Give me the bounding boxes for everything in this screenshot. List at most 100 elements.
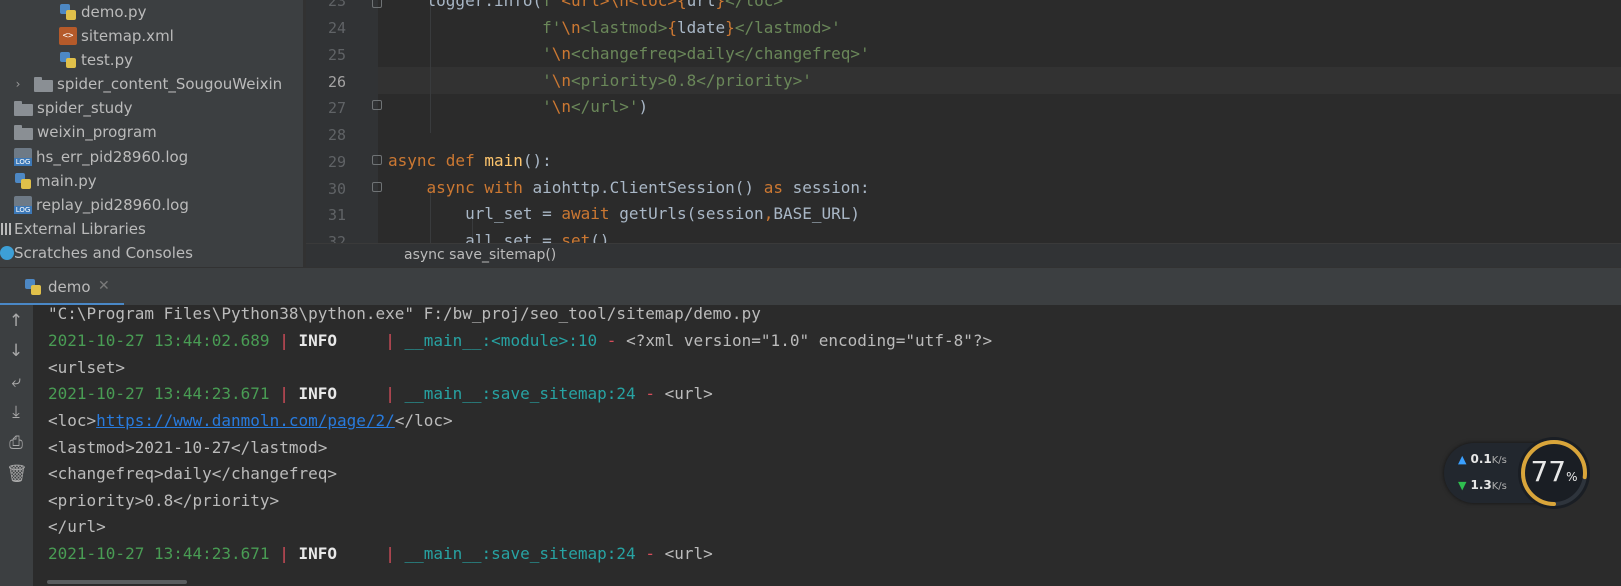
scroll-to-end-icon[interactable]: ⤓	[6, 402, 26, 422]
folder-icon	[14, 124, 33, 140]
log-file-icon: LOG	[14, 148, 32, 166]
log-line: 2021-10-27 13:44:23.671 | INFO | __main_…	[48, 384, 713, 403]
download-unit: K/s	[1491, 481, 1507, 492]
console-text-line: <changefreq>daily</changefreq>	[48, 464, 337, 483]
code-line-24: f'\n<lastmod>{ldate}</lastmod>'	[542, 18, 841, 37]
tree-item-spider-content-sougouweixin[interactable]: › spider_content_SougouWeixin	[12, 72, 283, 96]
code-line-27: '\n</url>')	[542, 97, 649, 116]
tree-item-sitemap-xml[interactable]: <> sitemap.xml	[59, 24, 174, 48]
log-function: <module>	[491, 331, 569, 350]
code-line-26: '\n<priority>0.8</priority>'	[542, 71, 812, 90]
up-arrow-icon[interactable]: ↑	[6, 311, 26, 331]
console-text-line: <urlset>	[48, 358, 126, 377]
run-tool-window-header: demo ✕	[0, 267, 1621, 306]
log-level: INFO	[298, 331, 338, 350]
breadcrumb-function[interactable]: async save_sitemap()	[404, 247, 556, 263]
code-line-23: logger.info(f'<url>\n<loc>{url}</loc>	[388, 0, 783, 10]
line-gutter: 23 24 25 26 27 28 29 30 31 32	[306, 0, 382, 243]
log-line: 2021-10-27 13:44:02.689 | INFO | __main_…	[48, 331, 993, 350]
fold-marker-icon[interactable]	[372, 0, 382, 8]
breadcrumb[interactable]: async save_sitemap()	[306, 243, 1621, 268]
python-file-icon	[59, 51, 77, 69]
tree-item-external-libraries[interactable]: External Libraries	[0, 217, 146, 241]
tree-item-label: hs_err_pid28960.log	[36, 148, 189, 166]
gauge-value: 77%	[1518, 455, 1590, 488]
console-loc-line: <loc>https://www.danmoln.com/page/2/</lo…	[48, 407, 453, 434]
close-icon[interactable]: ✕	[98, 278, 110, 294]
xml-file-icon: <>	[59, 27, 77, 45]
console-toolbar: ↑ ↓ ⤶ ⤓ ⎙ 🗑	[0, 305, 33, 586]
tab-demo[interactable]: demo ✕	[0, 274, 124, 306]
scratches-icon	[0, 246, 14, 260]
log-level: INFO	[298, 544, 338, 563]
log-level: INFO	[298, 384, 338, 403]
code-line-30: async with aiohttp.ClientSession() as se…	[426, 178, 870, 197]
upload-arrow-icon: ▲	[1458, 453, 1467, 466]
log-module: __main__	[404, 384, 482, 403]
down-arrow-icon[interactable]: ↓	[6, 341, 26, 361]
code-line-31: url_set = await getUrls(session,BASE_URL…	[388, 204, 861, 223]
download-arrow-icon: ▼	[1458, 479, 1467, 492]
code-editor[interactable]: 23 24 25 26 27 28 29 30 31 32 logger.inf…	[306, 0, 1621, 243]
line-number: 31	[327, 206, 346, 224]
tree-item-label: Scratches and Consoles	[14, 244, 193, 262]
tree-item-label: demo.py	[81, 3, 147, 21]
code-line-32: all_set = set()	[388, 231, 610, 243]
loc-open-tag: <loc>	[48, 411, 97, 430]
log-time: 2021-10-27 13:44:23.671	[48, 544, 270, 563]
console-text-line: <priority>0.8</priority>	[48, 491, 280, 510]
log-message: <url>	[664, 544, 713, 563]
python-file-icon	[59, 3, 77, 21]
line-number-current: 26	[327, 73, 346, 91]
trash-icon[interactable]: 🗑	[6, 464, 28, 484]
tree-item-label: sitemap.xml	[81, 27, 174, 45]
log-lineno: 10	[577, 331, 598, 350]
log-line: 2021-10-27 13:44:23.671 | INFO | __main_…	[48, 544, 713, 563]
tree-item-hs-err-log[interactable]: LOG hs_err_pid28960.log	[14, 145, 188, 169]
line-number: 29	[327, 153, 346, 171]
console-text-line: <lastmod>2021-10-27</lastmod>	[48, 438, 328, 457]
python-file-icon	[14, 172, 32, 190]
loc-close-tag: </loc>	[394, 411, 453, 430]
tree-item-label: spider_content_SougouWeixin	[57, 75, 283, 93]
usage-gauge[interactable]: 77%	[1518, 437, 1590, 509]
tree-item-spider-study[interactable]: spider_study	[14, 96, 133, 120]
log-time: 2021-10-27 13:44:02.689	[48, 331, 270, 350]
line-number: 24	[327, 19, 346, 37]
line-number: 30	[327, 180, 346, 198]
fold-marker-icon[interactable]	[372, 100, 382, 110]
console-output[interactable]: "C:\Program Files\Python38\python.exe" F…	[33, 305, 1621, 586]
loc-link[interactable]: https://www.danmoln.com/page/2/	[96, 411, 395, 430]
print-icon[interactable]: ⎙	[6, 433, 26, 453]
tree-item-replay-log[interactable]: LOG replay_pid28960.log	[14, 193, 189, 217]
tree-item-test-py[interactable]: test.py	[59, 48, 133, 72]
tree-item-scratches[interactable]: Scratches and Consoles	[0, 241, 193, 265]
folder-icon	[34, 76, 53, 92]
tree-item-label: replay_pid28960.log	[36, 196, 189, 214]
code-line-29: async def main():	[388, 151, 552, 170]
tree-item-weixin-program[interactable]: weixin_program	[14, 120, 157, 144]
upload-value: 0.1	[1470, 452, 1492, 466]
line-number: 27	[327, 99, 346, 117]
log-function: save_sitemap	[491, 544, 607, 563]
tree-item-label: spider_study	[37, 99, 133, 117]
log-function: save_sitemap	[491, 384, 607, 403]
console-text-line: </url>	[48, 517, 106, 536]
line-number: 23	[327, 0, 346, 10]
horizontal-scrollbar[interactable]	[47, 580, 187, 584]
upload-speed: ▲ 0.1K/s	[1458, 452, 1507, 466]
fold-marker-icon[interactable]	[372, 155, 382, 165]
log-lineno: 24	[616, 544, 636, 563]
line-number: 32	[327, 233, 346, 243]
log-time: 2021-10-27 13:44:23.671	[48, 384, 270, 403]
tree-item-label: main.py	[36, 172, 97, 190]
tree-item-demo-py[interactable]: demo.py	[59, 0, 146, 24]
tree-item-main-py[interactable]: main.py	[14, 169, 97, 193]
chevron-right-icon[interactable]: ›	[12, 78, 24, 90]
fold-marker-icon[interactable]	[372, 182, 382, 192]
tree-item-label: weixin_program	[37, 123, 157, 141]
line-number: 25	[327, 46, 346, 64]
tree-item-label: test.py	[81, 51, 133, 69]
soft-wrap-icon[interactable]: ⤶	[6, 372, 26, 392]
